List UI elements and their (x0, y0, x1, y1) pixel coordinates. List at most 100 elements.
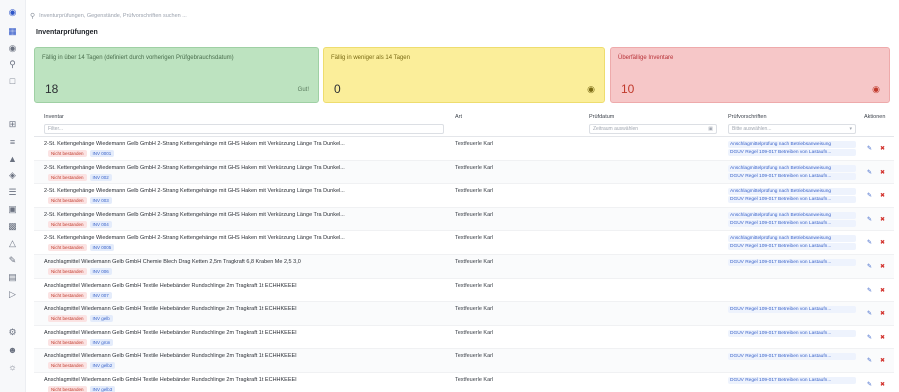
inventory-id-badge[interactable]: INV gelb3 (89, 385, 116, 392)
pv-chip[interactable]: DGUV Regel 109-017 Betreiben von Lastauf… (728, 243, 856, 251)
inventory-name[interactable]: Anschlagmittel Wiedemann Gelb GmbH Texti… (44, 330, 444, 336)
inventory-id-badge[interactable]: INV 004 (89, 220, 112, 228)
pv-chip[interactable]: DGUV Regel 109-017 Betreiben von Lastauf… (728, 306, 856, 314)
chart-icon[interactable]: ▩ (6, 220, 19, 233)
pv-chip[interactable]: DGUV Regel 109-017 Betreiben von Lastauf… (728, 376, 856, 384)
view-icon[interactable]: ✎ (867, 239, 872, 246)
delete-icon[interactable]: ✖ (880, 169, 885, 176)
pv-chip[interactable]: DGUV Regel 109-017 Betreiben von Lastauf… (728, 196, 856, 204)
list-icon[interactable]: ≡ (6, 135, 19, 148)
inventory-name[interactable]: Anschlagmittel Wiedemann Gelb GmbH Texti… (44, 306, 444, 312)
inventory-name[interactable]: 2-St. Kettengehänge Wiedemann Gelb GmbH … (44, 235, 444, 241)
delete-icon[interactable]: ✖ (880, 192, 885, 199)
view-icon[interactable]: ✎ (867, 334, 872, 341)
table-row[interactable]: Anschlagmittel Wiedemann Gelb GmbH Texti… (34, 373, 894, 392)
delete-icon[interactable]: ✖ (880, 381, 885, 388)
table-row[interactable]: Anschlagmittel Wiedemann Gelb GmbH Texti… (34, 302, 894, 326)
table-row[interactable]: Anschlagmittel Wiedemann Gelb GmbH Texti… (34, 279, 894, 303)
inventory-id-badge[interactable]: INV 0001 (89, 150, 115, 157)
org-icon[interactable]: △ (6, 237, 19, 250)
inventory-name[interactable]: Anschlagmittel Wiedemann Gelb GmbH Texti… (44, 353, 444, 359)
header-inventar[interactable]: Inventar (44, 114, 64, 120)
view-icon[interactable]: ✎ (867, 263, 872, 270)
inventory-id-badge[interactable]: INV 007 (89, 291, 112, 299)
pv-chip[interactable]: DGUV Regel 109-017 Betreiben von Lastauf… (728, 353, 856, 361)
filter-inventar-input[interactable]: Filter... (44, 124, 444, 134)
inventory-name[interactable]: 2-St. Kettengehänge Wiedemann Gelb GmbH … (44, 165, 444, 171)
eye-icon[interactable]: ◉ (587, 84, 595, 95)
inventory-icon[interactable]: ▦ (6, 25, 19, 38)
card-due-later[interactable]: Fällig in über 14 Tagen (definiert durch… (34, 47, 319, 103)
delete-icon[interactable]: ✖ (880, 216, 885, 223)
logo-icon[interactable]: ◉ (6, 6, 19, 19)
delete-icon[interactable]: ✖ (880, 287, 885, 294)
search-icon[interactable]: ⚲ (6, 58, 19, 71)
pv-chip[interactable]: Anschlagmittelprüfung nach Betriebsanwei… (728, 188, 856, 196)
inventory-name[interactable]: 2-St. Kettengehänge Wiedemann Gelb GmbH … (44, 188, 444, 194)
delete-icon[interactable]: ✖ (880, 310, 885, 317)
tag-icon[interactable]: ▷ (6, 288, 19, 301)
inventory-name[interactable]: Anschlagmittel Wiedemann Gelb GmbH Chemi… (44, 259, 444, 265)
pv-chip[interactable]: Anschlagmittelprüfung nach Betriebsanwei… (728, 164, 856, 172)
view-icon[interactable]: ✎ (867, 169, 872, 176)
search-placeholder[interactable]: Inventurprüfungen, Gegenstände, Prüfvors… (39, 13, 187, 19)
car-icon[interactable]: ◈ (6, 169, 19, 182)
inventory-name[interactable]: 2-St. Kettengehänge Wiedemann Gelb GmbH … (44, 212, 444, 218)
inventory-id-badge[interactable]: INV grün (89, 338, 114, 346)
table-row[interactable]: Anschlagmittel Wiedemann Gelb GmbH Chemi… (34, 254, 894, 279)
wrench-icon[interactable]: ✎ (6, 254, 19, 267)
table-row[interactable]: Anschlagmittel Wiedemann Gelb GmbH Texti… (34, 349, 894, 373)
view-icon[interactable]: ✎ (867, 145, 872, 152)
header-pruefdatum[interactable]: Prüfdatum (589, 114, 614, 120)
table-row[interactable]: 2-St. Kettengehänge Wiedemann Gelb GmbH … (34, 231, 894, 255)
view-icon[interactable]: ✎ (867, 216, 872, 223)
pv-chip[interactable]: DGUV Regel 109-017 Betreiben von Lastauf… (728, 172, 856, 180)
delete-icon[interactable]: ✖ (880, 145, 885, 152)
table-row[interactable]: 2-St. Kettengehänge Wiedemann Gelb GmbH … (34, 160, 894, 185)
header-pruefvorschriften[interactable]: Prüfvorschriften (728, 114, 767, 120)
team-icon[interactable]: ☼ (6, 360, 19, 373)
pv-chip[interactable]: DGUV Regel 109-017 Betreiben von Lastauf… (728, 258, 856, 266)
table-row[interactable]: 2-St. Kettengehänge Wiedemann Gelb GmbH … (34, 137, 894, 161)
pv-chip[interactable]: Anschlagmittelprüfung nach Betriebsanwei… (728, 235, 856, 243)
card-due-soon[interactable]: Fällig in weniger als 14 Tagen 0 ◉ (323, 47, 605, 103)
view-icon[interactable]: ✎ (867, 357, 872, 364)
delete-icon[interactable]: ✖ (880, 334, 885, 341)
inventory-id-badge[interactable]: INV gelb (89, 315, 113, 323)
eye-icon[interactable]: ◉ (872, 84, 880, 95)
grid-icon[interactable]: ⊞ (6, 118, 19, 131)
document-icon[interactable]: ☰ (6, 186, 19, 199)
global-search[interactable]: ⚲ Inventurprüfungen, Gegenstände, Prüfvo… (30, 10, 220, 22)
pv-chip[interactable]: DGUV Regel 109-017 Betreiben von Lastauf… (728, 329, 856, 337)
pv-chip[interactable]: DGUV Regel 109-017 Betreiben von Lastauf… (728, 149, 856, 156)
eye-icon[interactable]: ◉ (6, 42, 19, 55)
delete-icon[interactable]: ✖ (880, 357, 885, 364)
table-row[interactable]: 2-St. Kettengehänge Wiedemann Gelb GmbH … (34, 207, 894, 232)
view-icon[interactable]: ✎ (867, 287, 872, 294)
delete-icon[interactable]: ✖ (880, 263, 885, 270)
filter-pv-select[interactable]: Bitte auswählen... ▾ (728, 124, 856, 134)
inventory-id-badge[interactable]: INV 002 (89, 173, 112, 181)
table-row[interactable]: Anschlagmittel Wiedemann Gelb GmbH Texti… (34, 326, 894, 350)
view-icon[interactable]: ✎ (867, 192, 872, 199)
stack-icon[interactable]: ▤ (6, 271, 19, 284)
header-art[interactable]: Art (455, 114, 462, 120)
inventory-name[interactable]: 2-St. Kettengehänge Wiedemann Gelb GmbH … (44, 141, 444, 147)
pv-chip[interactable]: Anschlagmittelprüfung nach Betriebsanwei… (728, 141, 856, 148)
calendar-icon[interactable]: ▣ (6, 203, 19, 216)
inventory-name[interactable]: Anschlagmittel Wiedemann Gelb GmbH Texti… (44, 377, 444, 383)
box-icon[interactable]: □ (6, 74, 19, 87)
delete-icon[interactable]: ✖ (880, 239, 885, 246)
settings-icon[interactable]: ⚙ (6, 326, 19, 339)
pv-chip[interactable]: DGUV Regel 109-017 Betreiben von Lastauf… (728, 219, 856, 227)
inventory-id-badge[interactable]: INV 006 (89, 267, 112, 275)
inventory-id-badge[interactable]: INV 003 (89, 197, 112, 205)
inventory-name[interactable]: Anschlagmittel Wiedemann Gelb GmbH Texti… (44, 283, 444, 289)
truck-icon[interactable]: ▲ (6, 152, 19, 165)
view-icon[interactable]: ✎ (867, 310, 872, 317)
table-row[interactable]: 2-St. Kettengehänge Wiedemann Gelb GmbH … (34, 184, 894, 208)
pv-chip[interactable]: Anschlagmittelprüfung nach Betriebsanwei… (728, 211, 856, 219)
inventory-id-badge[interactable]: INV 0005 (89, 244, 115, 252)
user-icon[interactable]: ☻ (6, 343, 19, 356)
inventory-id-badge[interactable]: INV gelb2 (89, 362, 116, 370)
